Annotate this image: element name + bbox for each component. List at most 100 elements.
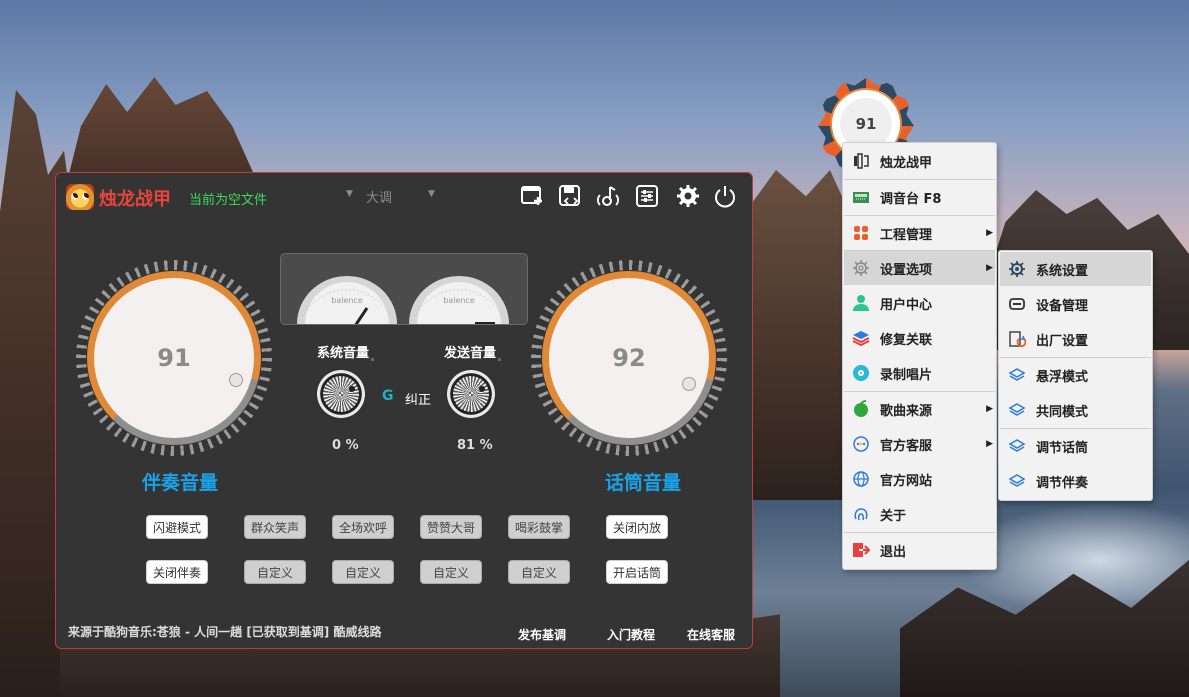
mic-dial-handle[interactable] [682, 377, 696, 391]
accompaniment-dial-handle[interactable] [229, 373, 243, 387]
menu-item-label: 关于 [880, 508, 907, 524]
chat-bubble-icon [853, 436, 869, 452]
vu-meter-panel: balence balence [280, 253, 528, 325]
equalizer-icon[interactable] [634, 183, 660, 209]
effect-button[interactable]: 自定义 [420, 560, 482, 584]
submenu-item-common-mode[interactable]: 共同模式 [1000, 393, 1151, 427]
accompaniment-dial[interactable]: 91 [94, 278, 254, 438]
adjust-mic-icon [1008, 439, 1026, 452]
key-select[interactable]: ▼ 大调 ▼ [346, 185, 438, 207]
menu-item-label: 烛龙战甲 [880, 155, 933, 171]
menu-item-exit[interactable]: 退出 [844, 533, 995, 567]
device-icon [1009, 298, 1025, 310]
submenu-item-label: 出厂设置 [1036, 333, 1089, 349]
submenu-item-label: 系统设置 [1036, 263, 1089, 279]
effect-button[interactable]: 自定义 [508, 560, 570, 584]
vu-needle [302, 289, 392, 324]
dropdown-arrow-icon: ▼ [346, 189, 353, 199]
project-grid-icon [854, 226, 868, 240]
effect-button[interactable]: 喝彩鼓掌 [508, 515, 570, 539]
effect-button[interactable]: 关闭伴奏 [146, 560, 208, 584]
gear-icon[interactable] [675, 183, 701, 209]
main-window: 烛龙战甲 当前为空文件 ▼ 大调 ▼ balence balence 91 伴奏… [55, 172, 753, 649]
effect-button[interactable]: 全场欢呼 [332, 515, 394, 539]
submenu-item-label: 调节伴奏 [1036, 475, 1089, 491]
menu-item-website[interactable]: 官方网站 [844, 462, 995, 496]
submenu-item-label: 共同模式 [1036, 404, 1089, 420]
menu-item-project[interactable]: 工程管理 ▶ [844, 216, 995, 250]
submenu-arrow-icon: ▶ [986, 228, 993, 238]
calibrate-button[interactable]: 纠正 [405, 389, 431, 408]
user-icon [853, 295, 869, 311]
effect-button[interactable]: 自定义 [332, 560, 394, 584]
common-layers-icon [1008, 403, 1026, 416]
system-volume-label: 系统音量 [317, 342, 375, 361]
menu-item-label: 官方客服 [880, 438, 933, 454]
calibrate-icon[interactable]: G [382, 388, 394, 404]
send-volume-knob[interactable] [443, 366, 499, 422]
app-logo-icon [66, 184, 94, 210]
app-logo-icon [854, 153, 869, 169]
submenu-item-float-mode[interactable]: 悬浮模式 [1000, 358, 1151, 392]
menu-item-label: 修复关联 [880, 332, 933, 348]
publish-key-link[interactable]: 发布基调 [518, 626, 566, 643]
dropdown-arrow-icon: ▼ [428, 189, 435, 199]
submenu-item-device[interactable]: 设备管理 [1000, 287, 1151, 321]
menu-item-label: 录制唱片 [880, 367, 933, 383]
music-note-icon[interactable] [595, 183, 621, 209]
menu-item-label: 调音台 F8 [880, 191, 942, 207]
menu-item-label: 歌曲来源 [880, 403, 933, 419]
submenu-item-system-settings[interactable]: 系统设置 [1000, 252, 1151, 286]
globe-icon [853, 471, 869, 487]
menu-item-app[interactable]: 烛龙战甲 [844, 144, 995, 178]
send-volume-label: 发送音量 [444, 342, 502, 361]
float-layers-icon [1008, 368, 1026, 381]
effect-button[interactable]: 关闭内放 [606, 515, 668, 539]
menu-item-record[interactable]: 录制唱片 [844, 356, 995, 390]
menu-item-label: 退出 [880, 544, 907, 560]
submenu-item-label: 调节话筒 [1036, 440, 1089, 456]
submenu-item-factory-reset[interactable]: 出厂设置 [1000, 322, 1151, 356]
tutorial-link[interactable]: 入门教程 [607, 626, 655, 643]
online-support-link[interactable]: 在线客服 [687, 626, 735, 643]
mic-volume-label: 话筒音量 [605, 472, 682, 494]
system-settings-icon [1009, 261, 1025, 277]
layers-icon [852, 331, 870, 347]
menu-item-user-center[interactable]: 用户中心 [844, 286, 995, 320]
menu-item-label: 官方网站 [880, 473, 933, 489]
menu-item-label: 用户中心 [880, 297, 933, 313]
menu-item-mixer[interactable]: 调音台 F8 [844, 180, 995, 214]
send-volume-percent: 81 % [457, 438, 493, 453]
menu-item-song-source[interactable]: 歌曲来源 ▶ [844, 392, 995, 426]
effect-button[interactable]: 自定义 [244, 560, 306, 584]
effect-button[interactable]: 赞赞大哥 [420, 515, 482, 539]
menu-item-label: 工程管理 [880, 227, 933, 243]
effect-button[interactable]: 开启话筒 [606, 560, 668, 584]
menu-item-label: 设置选项 [880, 262, 933, 278]
menu-item-repair[interactable]: 修复关联 [844, 321, 995, 355]
power-icon[interactable] [712, 183, 738, 209]
submenu-arrow-icon: ▶ [986, 439, 993, 449]
system-volume-knob[interactable] [313, 366, 369, 422]
app-title: 烛龙战甲 [99, 189, 171, 210]
gear-outline-icon [853, 260, 869, 276]
exit-icon [853, 543, 870, 557]
menu-item-official-service[interactable]: 官方客服 ▶ [844, 427, 995, 461]
submenu-arrow-icon: ▶ [986, 404, 993, 414]
apple-icon [854, 400, 868, 417]
fingerprint-icon [854, 508, 868, 521]
factory-reset-icon [1009, 331, 1026, 348]
submenu-item-label: 设备管理 [1036, 298, 1089, 314]
menu-item-settings[interactable]: 设置选项 ▶ [844, 251, 995, 285]
vu-meter-left: balence [297, 276, 397, 324]
vu-meter-right: balence [409, 276, 509, 324]
mic-dial[interactable]: 92 [549, 278, 709, 438]
submenu-item-adjust-mic[interactable]: 调节话筒 [1000, 429, 1151, 463]
save-icon[interactable] [557, 183, 583, 209]
effect-button[interactable]: 群众笑声 [244, 515, 306, 539]
effect-button[interactable]: 闪避模式 [146, 515, 208, 539]
settings-submenu: 系统设置 设备管理 出厂设置 悬浮模式 共同模式 调节话筒 调节伴奏 [998, 250, 1153, 501]
submenu-item-adjust-accompaniment[interactable]: 调节伴奏 [1000, 464, 1151, 498]
new-window-icon[interactable] [519, 183, 545, 209]
menu-item-about[interactable]: 关于 [844, 497, 995, 531]
